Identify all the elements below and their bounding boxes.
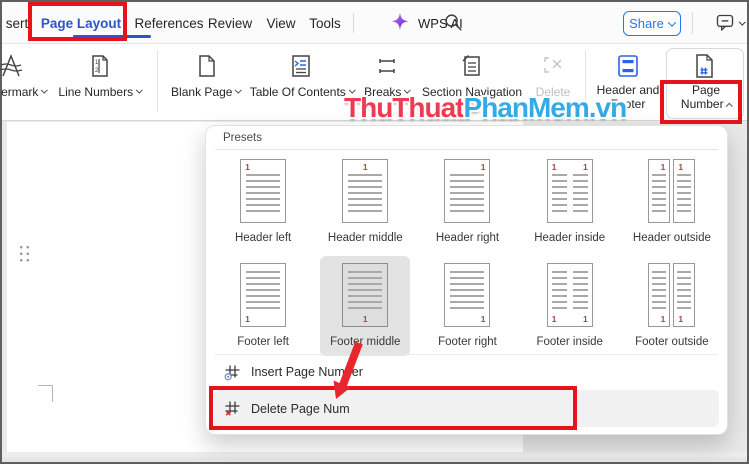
tab-review[interactable]: Review (199, 2, 261, 44)
presets-grid: 1 Header left 1 Header middle 1 Header r… (212, 152, 723, 356)
page-number-mark: 1 (481, 315, 486, 323)
annotation-box-delete-page-num (209, 386, 577, 430)
annotation-box-page-layout (28, 2, 127, 41)
header-footer-icon (614, 52, 642, 80)
insert-page-number-item[interactable]: Insert Page Number (214, 358, 719, 386)
page-number-mark: 1 (661, 315, 666, 323)
line-numbers-label: Line Numbers (58, 85, 133, 99)
preset-thumbnail: 1 (342, 159, 388, 223)
annotation-box-page-number (660, 80, 742, 124)
insert-page-number-icon (224, 364, 241, 381)
search-icon[interactable] (442, 11, 464, 33)
breaks-icon (373, 52, 401, 80)
preset-thumbnail: 1 1 (648, 159, 695, 223)
preset-label: Header outside (633, 232, 711, 244)
wps-writer-window: sert Page Layout References Review View … (0, 0, 749, 464)
preset-label: Footer middle (330, 336, 400, 348)
comment-icon[interactable] (715, 12, 735, 34)
menu-divider (215, 354, 718, 355)
page-number-mark: 1 (245, 163, 250, 171)
watermark-blue-text: PhanMem.vn (464, 92, 627, 123)
table-of-contents-icon (287, 52, 315, 80)
preset-label: Header inside (534, 232, 605, 244)
page-number-mark: 1 (481, 163, 486, 171)
preset-header-middle[interactable]: 1 Header middle (318, 152, 413, 252)
table-of-contents-button[interactable]: Table Of Contents (246, 84, 358, 99)
preset-label: Footer left (237, 336, 289, 348)
page-number-mark: 1 (343, 163, 387, 171)
blank-page-button[interactable]: Blank Page (156, 84, 256, 99)
paragraph-drag-handle-icon[interactable] (18, 244, 31, 264)
wps-ai-sparkle-icon (388, 11, 412, 35)
preset-footer-inside[interactable]: 1 1 Footer inside (526, 256, 612, 356)
preset-thumbnail: 1 1 (547, 263, 593, 327)
preset-footer-middle[interactable]: 1 Footer middle (320, 256, 410, 356)
page-number-mark: 1 (552, 315, 557, 323)
tabbar-divider (353, 13, 354, 33)
preset-footer-outside[interactable]: 1 1 Footer outside (625, 256, 719, 356)
preset-thumbnail: 1 1 (547, 159, 593, 223)
page-number-icon (690, 52, 718, 80)
preset-header-inside[interactable]: 1 1 Header inside (524, 152, 615, 252)
page-number-mark: 1 (583, 163, 588, 171)
tab-view-label: View (266, 16, 295, 31)
chevron-down-icon (236, 87, 242, 93)
status-bar (2, 452, 747, 462)
preset-thumbnail: 1 (444, 159, 490, 223)
preset-thumbnail: 1 (240, 159, 286, 223)
preset-footer-right[interactable]: 1 Footer right (428, 256, 507, 356)
insert-page-number-label: Insert Page Number (251, 365, 363, 379)
page-number-mark: 1 (583, 315, 588, 323)
watermark-button[interactable]: ermark (0, 84, 50, 99)
preset-thumbnail: 1 1 (648, 263, 695, 327)
line-numbers-icon: 1 2 (86, 52, 114, 80)
preset-thumbnail: 1 (444, 263, 490, 327)
page-number-mark: 1 (343, 315, 387, 323)
preset-thumbnail: 1 (342, 263, 388, 327)
section-navigation-icon (458, 52, 486, 80)
comment-chevron-down-icon[interactable] (739, 19, 745, 25)
tab-tools-label: Tools (309, 16, 341, 31)
tabbar-divider-right (692, 13, 693, 34)
preset-header-outside[interactable]: 1 1 Header outside (623, 152, 721, 252)
ribbon-divider (157, 50, 158, 112)
preset-label: Footer right (438, 336, 497, 348)
tab-review-label: Review (208, 16, 252, 31)
line-numbers-button[interactable]: Line Numbers (50, 84, 150, 99)
share-button[interactable]: Share (623, 11, 681, 36)
preset-label: Header middle (328, 232, 403, 244)
blank-page-icon (192, 52, 220, 80)
preset-footer-left[interactable]: 1 Footer left (227, 256, 299, 356)
page-number-mark: 1 (245, 315, 250, 323)
chevron-down-icon (136, 87, 142, 93)
page-number-mark: 1 (678, 315, 683, 323)
presets-title-divider (215, 149, 718, 150)
page-number-mark: 1 (661, 163, 666, 171)
preset-header-left[interactable]: 1 Header left (225, 152, 301, 252)
watermark-label: ermark (1, 85, 38, 99)
watermark-red-text: ThuThuat (344, 92, 464, 123)
delete-icon (539, 52, 567, 80)
watermark-icon (0, 52, 25, 80)
tab-insert-label: sert (6, 16, 29, 31)
tab-tools[interactable]: Tools (299, 2, 351, 44)
preset-thumbnail: 1 (240, 263, 286, 327)
share-label: Share (629, 16, 664, 31)
margin-corner-mark (38, 385, 53, 402)
preset-label: Footer inside (536, 336, 602, 348)
page-number-mark: 1 (552, 163, 557, 171)
presets-title: Presets (223, 132, 262, 144)
tab-references-label: References (134, 16, 203, 31)
preset-label: Header right (436, 232, 499, 244)
chevron-down-icon (668, 18, 676, 26)
page-number-mark: 1 (678, 163, 683, 171)
preset-label: Header left (235, 232, 291, 244)
preset-label: Footer outside (635, 336, 709, 348)
preset-header-right[interactable]: 1 Header right (426, 152, 509, 252)
site-watermark: ThuThuatPhanMem.vn (344, 92, 626, 124)
chevron-down-icon (41, 87, 47, 93)
tab-references[interactable]: References (129, 2, 209, 44)
table-of-contents-label: Table Of Contents (250, 85, 346, 99)
blank-page-label: Blank Page (171, 85, 232, 99)
